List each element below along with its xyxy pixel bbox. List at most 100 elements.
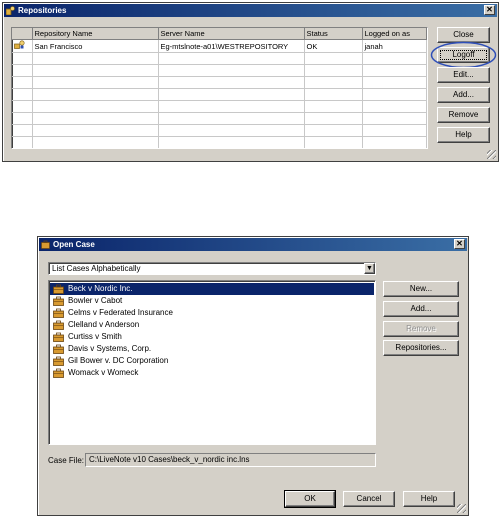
case-name: Celms v Federated Insurance [68,308,173,317]
case-list-item[interactable]: Celms v Federated Insurance [50,307,374,319]
empty-cell [32,64,159,77]
case-file-value: C:\LiveNote v10 Cases\beck_v_nordic inc.… [89,455,250,464]
table-row-empty [12,100,427,113]
help-button[interactable]: Help [403,491,455,507]
briefcase-icon [53,332,64,342]
empty-cell [362,76,427,89]
ok-button[interactable]: OK [284,490,336,508]
empty-cell [304,64,363,77]
repositories-dialog: Repositories ✕ Repository Name Server Na… [2,2,499,162]
repository-app-icon [6,6,15,15]
close-icon[interactable]: ✕ [484,5,495,15]
empty-cell [362,100,427,113]
sort-select-value: List Cases Alphabetically [52,264,141,273]
case-list[interactable]: Beck v Nordic Inc. Bowler v Cabot Celms v … [48,280,376,445]
remove-case-button[interactable]: Remove [383,321,459,337]
repository-name-cell: San Francisco [32,39,159,53]
table-row-empty [12,136,427,148]
help-button[interactable]: Help [437,127,490,143]
empty-cell [362,124,427,137]
empty-cell [304,112,363,125]
repository-user-icon [14,40,25,49]
add-button[interactable]: Add... [437,87,490,103]
empty-cell [32,100,159,113]
empty-cell [158,88,305,101]
case-list-item[interactable]: Davis v Systems, Corp. [50,343,374,355]
empty-cell [12,124,33,137]
case-file-field: C:\LiveNote v10 Cases\beck_v_nordic inc.… [85,453,376,467]
empty-cell [304,124,363,137]
empty-cell [362,64,427,77]
server-name-cell: Eg-mtslnote-a01\WESTREPOSITORY [158,39,305,53]
status-cell: OK [304,39,363,53]
case-list-item[interactable]: Bowler v Cabot [50,295,374,307]
table-row[interactable]: San Francisco Eg-mtslnote-a01\WESTREPOSI… [12,39,427,53]
resize-grip[interactable] [457,504,466,513]
table-row-empty [12,52,427,65]
case-list-item[interactable]: Clelland v Anderson [50,319,374,331]
case-name: Curtiss v Smith [68,332,122,341]
chevron-down-icon[interactable]: ▼ [364,263,375,274]
repositories-button[interactable]: Repositories... [383,340,459,356]
table-row-empty [12,64,427,77]
case-list-item[interactable]: Womack v Womeck [50,367,374,379]
resize-grip[interactable] [487,150,496,159]
empty-cell [12,100,33,113]
repositories-table[interactable]: Repository Name Server Name Status Logge… [11,27,428,149]
case-list-item[interactable]: Beck v Nordic Inc. [50,283,374,295]
case-name: Womack v Womeck [68,368,139,377]
case-name: Bowler v Cabot [68,296,123,305]
case-list-items: Beck v Nordic Inc. Bowler v Cabot Celms v … [50,283,374,379]
empty-cell [12,64,33,77]
case-file-label: Case File: [48,456,85,465]
edit-button[interactable]: Edit... [437,67,490,83]
empty-cell [158,112,305,125]
add-case-button[interactable]: Add... [383,301,459,317]
empty-cell [362,52,427,65]
empty-cell [32,112,159,125]
empty-cell [12,76,33,89]
empty-cell [32,136,159,148]
empty-cell [32,88,159,101]
empty-cell [304,76,363,89]
briefcase-icon [53,356,64,366]
column-header-icon[interactable] [12,28,33,40]
column-header-server-name[interactable]: Server Name [158,28,305,40]
remove-button[interactable]: Remove [437,107,490,123]
briefcase-icon [53,308,64,318]
column-header-logged-on-as[interactable]: Logged on as [362,28,427,40]
empty-cell [362,136,427,148]
empty-cell [32,76,159,89]
case-list-item[interactable]: Curtiss v Smith [50,331,374,343]
column-header-status[interactable]: Status [304,28,363,40]
column-header-repository-name[interactable]: Repository Name [32,28,159,40]
empty-cell [158,136,305,148]
empty-cell [32,52,159,65]
briefcase-icon [53,368,64,378]
open-case-titlebar[interactable]: Open Case ✕ [39,238,467,251]
table-row-empty [12,76,427,89]
briefcase-icon [53,296,64,306]
cancel-button[interactable]: Cancel [343,491,395,507]
table-row-empty [12,112,427,125]
sort-select[interactable]: List Cases Alphabetically ▼ [48,262,376,275]
close-icon[interactable]: ✕ [454,239,465,249]
empty-cell [12,136,33,148]
briefcase-icon [53,344,64,354]
empty-cell [304,100,363,113]
empty-cell [304,88,363,101]
logoff-highlight-circle [430,41,497,69]
case-name: Davis v Systems, Corp. [68,344,152,353]
table-row-empty [12,88,427,101]
new-button[interactable]: New... [383,281,459,297]
repositories-titlebar[interactable]: Repositories ✕ [4,4,497,17]
row-icon-cell [12,39,33,53]
empty-cell [304,136,363,148]
briefcase-icon [41,240,50,249]
case-list-item[interactable]: Gil Bower v. DC Corporation [50,355,374,367]
empty-cell [158,100,305,113]
empty-cell [12,88,33,101]
briefcase-icon [53,284,64,294]
briefcase-icon [53,320,64,330]
table-header-row: Repository Name Server Name Status Logge… [12,28,427,40]
